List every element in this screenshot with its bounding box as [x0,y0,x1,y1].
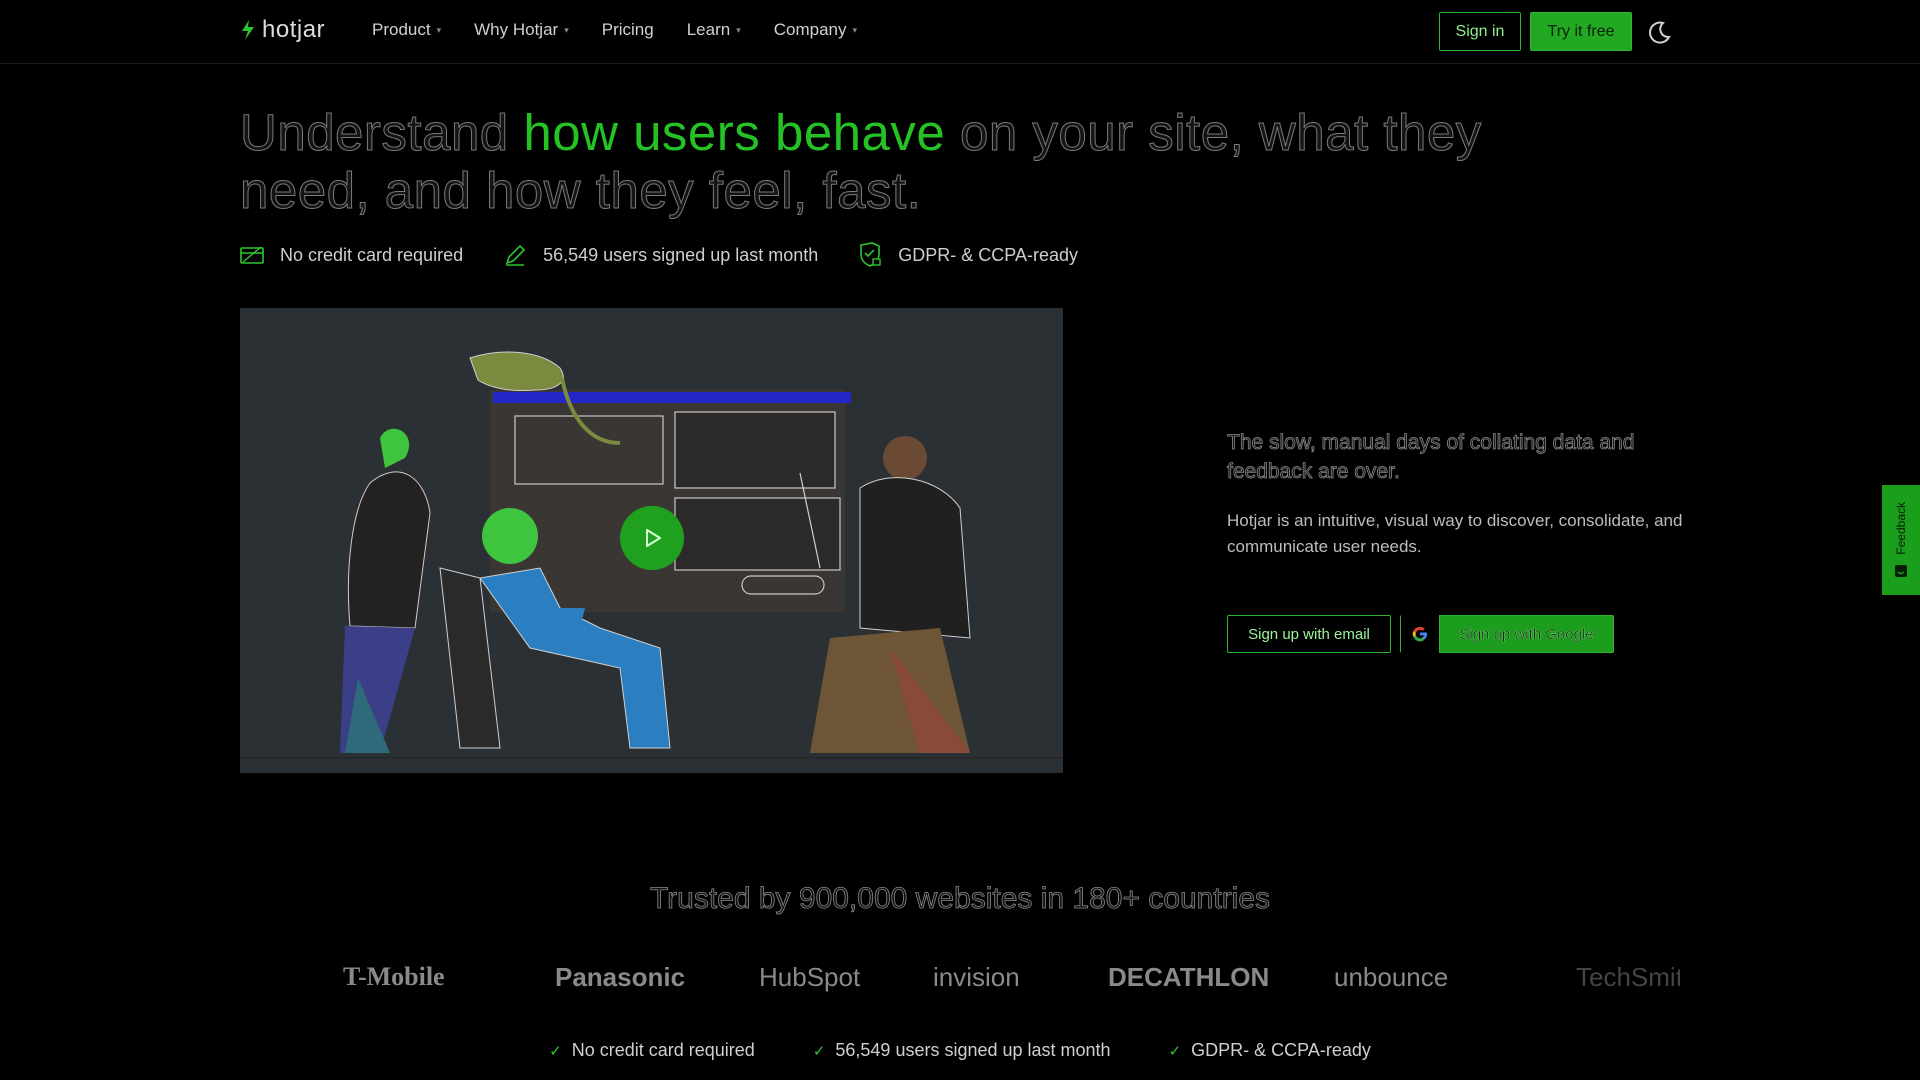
google-button-label: Sign up with Google [1459,625,1594,643]
feedback-label: Feedback [1894,501,1908,555]
badge-signups: 56,549 users signed up last month [503,242,818,268]
logo-techsmith: TechSmith [1576,962,1680,992]
logo-unbounce: unbounce [1334,962,1449,992]
check-no-credit-card: ✓ No credit card required [549,1040,755,1060]
sign-in-button[interactable]: Sign in [1439,12,1521,51]
hotjar-logo[interactable]: hotjar [240,16,325,44]
nav-why-hotjar[interactable]: Why Hotjar ▾ [474,20,569,40]
chevron-down-icon: ▾ [564,24,569,35]
logo-panasonic: Panasonic [555,962,686,992]
main-menu: Product ▾ Why Hotjar ▾ Pricing Learn ▾ Comp… [372,20,857,40]
customer-logos: T-Mobile Panasonic HubSpot invision DECA… [240,962,1680,998]
sign-up-google-button[interactable]: Sign up with Google [1400,615,1614,653]
sign-up-email-button[interactable]: Sign up with email [1227,615,1391,653]
checkmark-icon: ✓ [1168,1042,1182,1060]
credit-card-icon [240,246,264,264]
aside-title: The slow, manual days of collating data … [1227,431,1635,484]
headline-highlight: how users behave [523,104,946,161]
nav-product[interactable]: Product ▾ [372,20,441,40]
logo-hubspot: HubSpot [759,962,861,992]
badge-no-credit-card: No credit card required [240,242,463,268]
hotjar-flame-icon [242,20,254,40]
checkmark-icon: ✓ [812,1042,826,1060]
logo-tmobile: T-Mobile [343,962,445,991]
hero-video[interactable] [240,308,1063,773]
hero-badges: No credit card required 56,549 users sig… [240,242,1078,268]
google-icon [1401,615,1440,653]
hero-headline: Understand how users behave on your site… [239,104,1482,220]
nav-pricing[interactable]: Pricing [602,20,654,40]
play-button[interactable] [620,506,684,570]
check-signups: ✓ 56,549 users signed up last month [812,1040,1111,1060]
nav-company[interactable]: Company ▾ [774,20,857,40]
checkmark-icon: ✓ [549,1042,562,1060]
footer-checks: ✓ No credit card required ✓ 56,549 users s… [0,1040,1920,1061]
trusted-heading: Trusted by 900,000 websites in 180+ coun… [649,882,1271,916]
feedback-icon [1895,565,1907,578]
pencil-icon [505,244,526,266]
logo-invision: invision [933,962,1020,992]
brand-name: hotjar [262,16,326,43]
badge-gdpr: GDPR- & CCPA-ready [858,242,1078,268]
try-free-button[interactable]: Try it free [1530,12,1632,51]
feedback-tab[interactable]: Feedback [1882,485,1920,595]
shield-lock-icon [860,242,881,267]
moon-icon[interactable] [1646,18,1674,46]
logo-decathlon: DECATHLON [1108,962,1270,992]
play-icon [646,529,661,547]
top-navigation: hotjar Product ▾ Why Hotjar ▾ Pricing Lear… [0,0,1920,64]
nav-learn[interactable]: Learn ▾ [687,20,741,40]
check-gdpr: ✓ GDPR- & CCPA-ready [1168,1040,1371,1060]
aside-body: Hotjar is an intuitive, visual way to di… [1227,511,1683,556]
chevron-down-icon: ▾ [436,24,442,35]
chevron-down-icon: ▾ [852,24,858,35]
chevron-down-icon: ▾ [736,24,741,35]
